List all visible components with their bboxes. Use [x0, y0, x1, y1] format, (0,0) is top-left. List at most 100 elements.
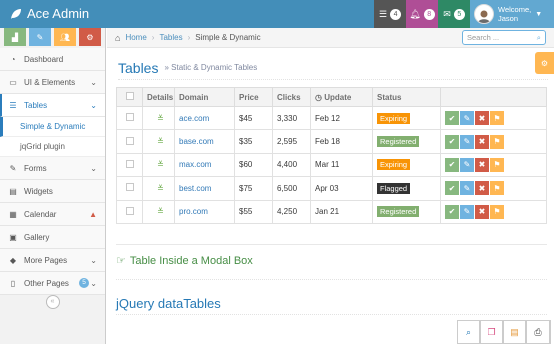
check-icon: ✔ [448, 207, 456, 217]
edit-button[interactable]: ✎ [460, 204, 474, 219]
flag-button[interactable]: ⚑ [490, 181, 504, 196]
print-tool-button[interactable]: ⎙ [527, 321, 550, 343]
row-checkbox[interactable] [125, 113, 134, 122]
cogs-shortcut-button[interactable]: ⚙ [79, 28, 101, 46]
approve-button[interactable]: ✔ [445, 134, 459, 149]
status-cell: Flagged [372, 176, 441, 201]
sidebar-item-more-pages[interactable]: ◆ More Pages ⌄ [0, 249, 105, 272]
approve-button[interactable]: ✔ [445, 204, 459, 219]
domain-link[interactable]: base.com [179, 137, 214, 146]
breadcrumb-separator: › [187, 33, 191, 42]
sidebar-subitem-simple-dynamic[interactable]: Simple & Dynamic [0, 117, 105, 137]
row-select-cell [116, 129, 143, 154]
notifications-badge: 8 [423, 8, 435, 20]
sidebar-item-gallery[interactable]: ▣ Gallery [0, 226, 105, 249]
delete-button[interactable]: ✖ [475, 204, 489, 219]
edit-button[interactable]: ✎ [460, 134, 474, 149]
sidebar-item-ui-elements[interactable]: ▭ UI & Elements ⌄ [0, 71, 105, 94]
collapse-sidebar-button[interactable]: « [45, 295, 60, 309]
row-select-cell [116, 105, 143, 131]
pencil-shortcut-button[interactable]: ✎ [29, 28, 51, 46]
calendar-icon: ▦ [9, 209, 17, 219]
file-icon: ▯ [10, 278, 16, 288]
details-cell: ≚ [142, 199, 175, 224]
approve-button[interactable]: ✔ [445, 181, 459, 196]
brand[interactable]: Ace Admin [10, 6, 89, 21]
actions-cell: ✔ ✎ ✖ ⚑ [440, 199, 547, 224]
domain-link[interactable]: pro.com [179, 207, 208, 216]
envelope-icon: ✉ [443, 8, 451, 19]
sidebar-item-label: Other Pages [24, 278, 69, 288]
check-icon: ✔ [448, 183, 456, 193]
delete-button[interactable]: ✖ [475, 134, 489, 149]
brand-name: Ace Admin [27, 6, 90, 21]
clicks-cell: 6,500 [272, 176, 311, 201]
delete-button[interactable]: ✖ [475, 181, 489, 196]
user-menu[interactable]: Welcome, Jason ▼ [470, 0, 554, 28]
row-checkbox[interactable] [125, 136, 134, 145]
chevron-down-icon: ⌄ [90, 278, 97, 288]
tasks-button[interactable]: ☰ 4 [374, 0, 406, 28]
row-checkbox[interactable] [125, 183, 134, 192]
domain-link[interactable]: max.com [179, 160, 211, 169]
double-angle-down-icon[interactable]: ≚ [157, 114, 164, 123]
search-tool-button[interactable]: ⌕ [458, 321, 481, 343]
divider [116, 314, 547, 315]
sidebar-item-other-pages[interactable]: ▯ Other Pages 5 ⌄ [0, 272, 105, 295]
sidebar-subitem-jqgrid[interactable]: jqGrid plugin [0, 137, 105, 157]
sidebar-item-calendar[interactable]: ▦ Calendar ▲ [0, 203, 105, 226]
copy-tool-button[interactable]: ❐ [481, 321, 504, 343]
clicks-cell: 3,330 [272, 105, 311, 131]
flag-button[interactable]: ⚑ [490, 204, 504, 219]
cogs-icon: ⚙ [86, 32, 94, 42]
edit-button[interactable]: ✎ [460, 181, 474, 196]
trash-icon: ✖ [478, 113, 486, 123]
modal-table-link[interactable]: ☞ Table Inside a Modal Box [116, 254, 253, 268]
pencil-icon: ✎ [463, 183, 471, 193]
double-angle-down-icon[interactable]: ≚ [157, 207, 164, 216]
avatar [474, 4, 494, 24]
home-icon: ⌂ [115, 32, 121, 43]
notifications-button[interactable]: 🔔︎ 8 [406, 0, 438, 28]
flag-button[interactable]: ⚑ [490, 157, 504, 172]
search-input[interactable]: Search ... ⌕ [462, 30, 546, 45]
actions-cell: ✔ ✎ ✖ ⚑ [440, 176, 547, 201]
welcome-text: Welcome, [498, 5, 532, 14]
status-badge: Registered [377, 136, 420, 148]
messages-button[interactable]: ✉ 5 [438, 0, 470, 28]
approve-button[interactable]: ✔ [445, 157, 459, 172]
edit-button[interactable]: ✎ [460, 111, 474, 126]
sidebar-item-tables[interactable]: ☰ Tables ⌄ [0, 94, 105, 117]
row-select-cell [116, 176, 143, 201]
flag-button[interactable]: ⚑ [490, 111, 504, 126]
sidebar-item-forms[interactable]: ✎ Forms ⌄ [0, 157, 105, 180]
search-placeholder: Search ... [467, 33, 500, 42]
domain-link[interactable]: ace.com [179, 114, 209, 123]
breadcrumb-tables[interactable]: Tables [159, 33, 182, 42]
tasks-icon: ☰ [378, 8, 388, 19]
database-tool-button[interactable]: ▤ [504, 321, 527, 343]
double-angle-down-icon[interactable]: ≚ [157, 184, 164, 193]
flag-button[interactable]: ⚑ [490, 134, 504, 149]
row-checkbox[interactable] [125, 206, 134, 215]
delete-button[interactable]: ✖ [475, 157, 489, 172]
delete-button[interactable]: ✖ [475, 111, 489, 126]
chevron-down-icon: ⌄ [90, 255, 97, 265]
edit-button[interactable]: ✎ [460, 157, 474, 172]
sidebar-item-widgets[interactable]: ▤ Widgets [0, 180, 105, 203]
clock-icon: ◷ [315, 92, 322, 102]
approve-button[interactable]: ✔ [445, 111, 459, 126]
row-checkbox[interactable] [125, 159, 134, 168]
sidebar-item-label: Widgets [24, 186, 53, 196]
sidebar-item-dashboard[interactable]: ◔ Dashboard [0, 48, 105, 71]
domain-link[interactable]: best.com [179, 184, 211, 193]
double-angle-down-icon[interactable]: ≚ [157, 137, 164, 146]
chart-shortcut-button[interactable]: ▟ [4, 28, 26, 46]
sidebar-item-label: Calendar [24, 209, 57, 219]
select-all-checkbox[interactable] [125, 92, 134, 100]
breadcrumb-home[interactable]: Home [125, 33, 146, 42]
actions-cell: ✔ ✎ ✖ ⚑ [440, 105, 547, 131]
double-angle-down-icon[interactable]: ≚ [157, 160, 164, 169]
users-shortcut-button[interactable]: 👥︎ [54, 28, 76, 46]
table-row: ≚ base.com $35 2,595 Feb 18 Registered ✔ ✎ ✖ ⚑ [116, 129, 547, 154]
